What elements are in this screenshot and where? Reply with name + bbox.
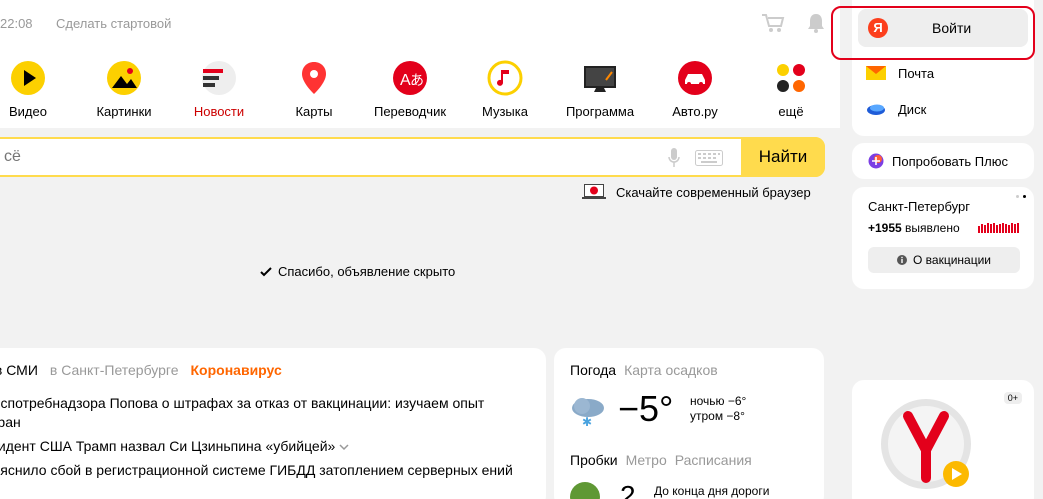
weather-title[interactable]: Погода [570,362,616,378]
auto-icon [678,61,712,95]
temperature[interactable]: −5° [618,388,673,430]
clock: 22:08 [0,16,33,31]
check-icon [260,266,272,276]
search-button[interactable]: Найти [741,137,825,177]
weather-card: Погода Карта осадков ✱ −5° ночью −6° утр… [554,348,824,499]
tab-coronavirus[interactable]: Коронавирус [191,362,282,378]
ad-block: Спасибо, объявление скрыто [0,216,824,334]
tab-media[interactable]: с в СМИ [0,362,38,378]
covid-city: Санкт-Петербург [868,199,970,214]
service-music[interactable]: Музыка [465,60,545,119]
forecast: ночью −6° утром −8° [690,394,747,423]
carousel-dots[interactable] [1016,195,1026,198]
traffic-tabs: Пробки Метро Расписания [570,452,752,468]
plus-card[interactable]: Попробовать Плюс [852,143,1034,179]
news-item[interactable]: Роспотребнадзора Попова о штрафах за отк… [0,394,524,432]
top-bar: 22:08 Сделать стартовой [0,0,840,48]
microphone-icon[interactable] [668,148,680,168]
sparkline-bar [999,224,1001,233]
yandex-browser-logo-icon [881,399,971,489]
chevron-down-icon[interactable] [339,443,349,451]
tab-metro[interactable]: Метро [626,452,667,468]
mail-link[interactable]: Почта [866,65,934,81]
video-icon [11,61,45,95]
traffic-light-icon [570,482,600,499]
sparkline-bar [981,224,983,233]
tab-schedules[interactable]: Расписания [675,452,752,468]
news-item[interactable]: езидент США Трамп назвал Си Цзиньпина «у… [0,437,524,456]
weather-header: Погода Карта осадков [570,362,718,378]
tab-traffic[interactable]: Пробки [570,452,618,468]
make-start-link[interactable]: Сделать стартовой [56,16,171,31]
sparkline-bar [1014,224,1016,233]
news-icon [202,61,236,95]
sparkline-bar [990,224,992,233]
covid-sparkline [978,223,1020,233]
service-translate[interactable]: Aあ Переводчик [370,60,450,119]
images-icon [107,61,141,95]
translate-icon: Aあ [393,61,427,95]
keyboard-icon[interactable] [695,150,723,166]
svg-text:あ: あ [410,72,424,88]
sparkline-bar [1002,223,1004,233]
svg-text:✱: ✱ [582,415,592,429]
sparkline-bar [984,225,986,233]
tab-spb[interactable]: в Санкт-Петербурге [50,362,179,378]
yandex-logo-icon: Я [868,18,888,38]
news-list: Роспотребнадзора Попова о штрафах за отк… [0,394,524,485]
plus-icon [868,153,884,169]
sparkline-bar [996,225,998,233]
ad-hidden-message: Спасибо, объявление скрыто [260,264,455,279]
bell-icon[interactable] [806,12,826,34]
age-badge: 0+ [1003,392,1022,404]
search-input[interactable] [4,145,644,169]
news-item[interactable]: бъяснило сбой в регистрационной системе … [0,461,524,480]
service-tv-program[interactable]: Программа [560,60,640,119]
sparkline-bar [1008,225,1010,233]
cart-icon[interactable] [761,12,785,34]
news-tabs: с в СМИ в Санкт-Петербурге Коронавирус [0,362,282,378]
sparkline-bar [1017,223,1019,233]
search-bar: Найти [0,137,825,177]
maps-icon [302,62,326,94]
laptop-yandex-icon [582,184,606,199]
service-more[interactable]: ещё [751,60,831,119]
info-icon [897,255,907,265]
sparkline-bar [987,223,989,233]
service-maps[interactable]: Карты [274,60,354,119]
music-icon [487,60,523,96]
traffic-note: До конца дня дороги [654,484,770,498]
sparkline-bar [1005,224,1007,233]
precip-map-link[interactable]: Карта осадков [624,362,718,378]
snow-cloud-icon: ✱ [572,398,604,429]
browser-promo-text: Скачайте современный браузер [616,184,811,200]
service-images[interactable]: Картинки [84,60,164,119]
covid-card: Санкт-Петербург +1955 выявлено О вакцина… [852,187,1034,289]
mail-icon [866,66,886,80]
login-button[interactable]: Я Войти [858,9,1028,47]
sparkline-bar [1011,223,1013,233]
tv-program-icon [584,66,616,92]
browser-promo-card[interactable]: 0+ [852,380,1034,499]
service-auto[interactable]: Авто.ру [655,60,735,119]
covid-count: +1955 выявлено [868,221,960,235]
traffic-score[interactable]: 2 [620,480,636,499]
service-video[interactable]: Видео [0,60,68,119]
sparkline-bar [993,223,995,233]
sparkline-bar [978,226,980,233]
disk-icon [867,104,885,115]
user-card: Я Войти Почта Диск [852,0,1034,136]
news-card: с в СМИ в Санкт-Петербурге Коронавирус Р… [0,348,546,499]
services-row: Видео Картинки Новости Карты Aあ Переводч… [0,48,840,128]
vaccination-button[interactable]: О вакцинации [868,247,1020,273]
disk-link[interactable]: Диск [866,101,926,117]
browser-promo[interactable]: Скачайте современный браузер [582,183,811,201]
service-news[interactable]: Новости [179,60,259,119]
more-icon [777,64,805,92]
